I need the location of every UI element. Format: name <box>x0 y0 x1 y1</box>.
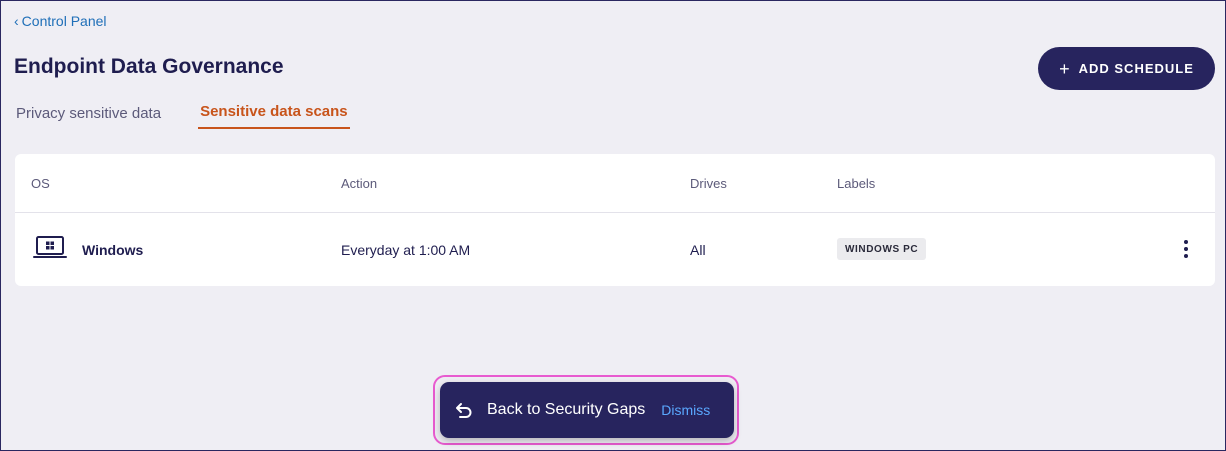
os-name: Windows <box>82 242 144 258</box>
undo-arrow-icon <box>456 403 472 418</box>
add-schedule-label: ADD SCHEDULE <box>1078 61 1194 76</box>
back-to-security-gaps-toast[interactable]: Back to Security Gaps Dismiss <box>440 382 734 438</box>
tab-sensitive-data-scans[interactable]: Sensitive data scans <box>198 103 350 129</box>
column-header-drives: Drives <box>690 176 727 191</box>
chevron-left-icon: ‹ <box>14 13 19 29</box>
more-options-icon[interactable] <box>1175 237 1197 261</box>
breadcrumb[interactable]: ‹ Control Panel <box>14 13 107 29</box>
tab-privacy-sensitive-data[interactable]: Privacy sensitive data <box>16 105 161 129</box>
dismiss-link[interactable]: Dismiss <box>661 402 710 418</box>
column-header-labels: Labels <box>837 176 876 191</box>
tab-bar: Privacy sensitive data Sensitive data sc… <box>16 103 350 129</box>
page-title: Endpoint Data Governance <box>14 55 284 78</box>
add-schedule-button[interactable]: + ADD SCHEDULE <box>1038 47 1215 90</box>
table-header: OS Action Drives Labels <box>15 154 1215 213</box>
schedule-table: OS Action Drives Labels Windows Everyday… <box>15 154 1215 286</box>
drives-value: All <box>690 242 706 258</box>
toast-message[interactable]: Back to Security Gaps <box>487 401 645 419</box>
laptop-windows-icon <box>33 235 67 264</box>
breadcrumb-label: Control Panel <box>21 13 107 29</box>
schedule-action: Everyday at 1:00 AM <box>341 242 471 258</box>
table-row[interactable]: Windows Everyday at 1:00 AM All WINDOWS … <box>15 213 1215 285</box>
plus-icon: + <box>1059 58 1071 79</box>
column-header-os: OS <box>31 176 50 191</box>
column-header-action: Action <box>341 176 378 191</box>
label-badge: WINDOWS PC <box>837 238 927 260</box>
